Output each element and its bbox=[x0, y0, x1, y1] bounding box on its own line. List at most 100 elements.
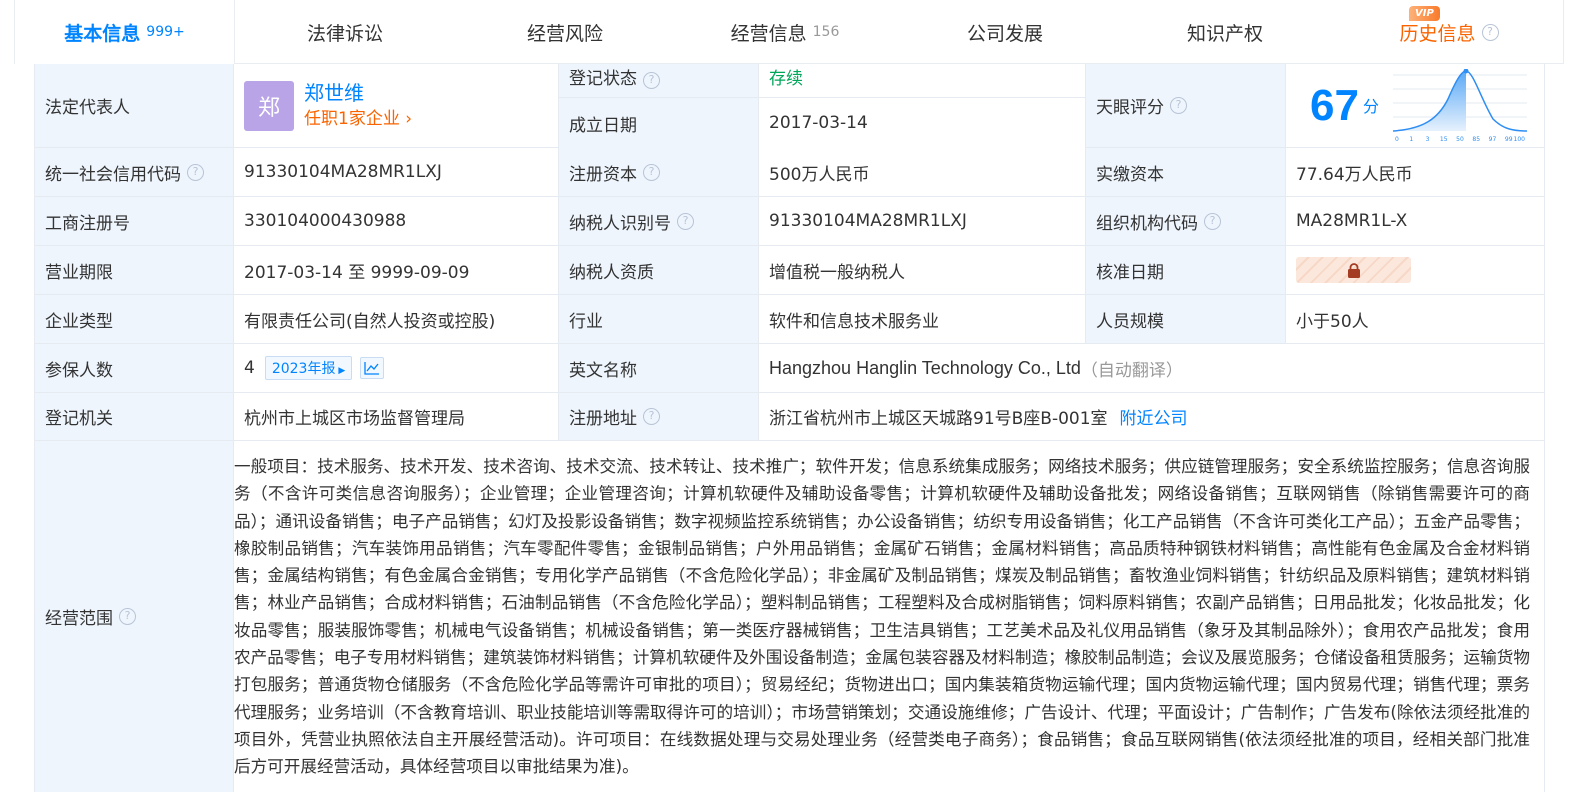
score-distribution-chart: 0 1 3 15 50 85 97 99 100 bbox=[1392, 68, 1527, 143]
tab-label: 法律诉讼 bbox=[306, 22, 383, 45]
tab-basic-info[interactable]: 基本信息 999+ bbox=[15, 0, 235, 64]
annual-report-button[interactable]: 2023年报 ▶ bbox=[264, 356, 353, 380]
score-unit: 分 bbox=[1362, 97, 1379, 116]
legal-rep-positions-link[interactable]: 任职1家企业 › bbox=[304, 106, 412, 132]
tab-label: 知识产权 bbox=[1186, 22, 1263, 45]
label-taxpayer-id: 纳税人识别号? bbox=[559, 197, 759, 245]
tab-label: 经营风险 bbox=[526, 22, 603, 45]
table-row: 工商注册号 330104000430988 纳税人识别号? 91330104MA… bbox=[34, 197, 1545, 246]
nearby-companies-link[interactable]: 附近公司 bbox=[1120, 404, 1188, 429]
staff-value: 小于50人 bbox=[1286, 295, 1545, 343]
tianyan-score-cell[interactable]: 67 分 0 1 3 15 50 85 97 99 100 bbox=[1286, 64, 1545, 147]
reg-status-value: 存续 bbox=[759, 64, 1086, 98]
table-row: 统一社会信用代码? 91330104MA28MR1LXJ 注册资本? 500万人… bbox=[34, 148, 1545, 197]
label-reg-authority: 登记机关 bbox=[34, 393, 234, 440]
biz-term-value: 2017-03-14 至 9999-09-09 bbox=[234, 246, 559, 294]
score-value: 67 bbox=[1310, 80, 1359, 130]
tick-label: 0 bbox=[1395, 136, 1399, 143]
label-paid-capital: 实缴资本 bbox=[1086, 148, 1286, 196]
help-icon[interactable]: ? bbox=[119, 608, 136, 625]
chevron-right-icon: › bbox=[399, 108, 413, 129]
tab-legal[interactable]: 法律诉讼 bbox=[235, 0, 455, 64]
tab-history[interactable]: VIP 历史信息? bbox=[1335, 0, 1563, 64]
tick-label: 3 bbox=[1426, 136, 1430, 143]
label-reg-address: 注册地址? bbox=[559, 393, 759, 440]
tick-label: 15 bbox=[1440, 136, 1448, 143]
label-staff: 人员规模 bbox=[1086, 295, 1286, 343]
insured-value: 4 2023年报 ▶ bbox=[234, 344, 559, 392]
table-row: 法定代表人 郑 郑世维 任职1家企业 › 登记状态? 存续 成立日期 2017-… bbox=[34, 64, 1545, 148]
vip-locked-field[interactable] bbox=[1296, 257, 1411, 283]
label-legal-rep: 法定代表人 bbox=[34, 64, 234, 147]
table-row: 经营范围? 一般项目：技术服务、技术开发、技术咨询、技术交流、技术转让、技术推广… bbox=[34, 441, 1545, 792]
tick-label: 100 bbox=[1514, 136, 1526, 143]
label-tianyan-score: 天眼评分? bbox=[1086, 64, 1286, 147]
tab-label: 公司发展 bbox=[966, 22, 1043, 45]
paid-capital-value: 77.64万人民币 bbox=[1286, 148, 1545, 196]
scope-value: 一般项目：技术服务、技术开发、技术咨询、技术交流、技术转让、技术推广；软件开发；… bbox=[234, 441, 1545, 792]
en-name-value: Hangzhou Hanglin Technology Co., Ltd （自动翻… bbox=[759, 344, 1545, 392]
table-row: 营业期限 2017-03-14 至 9999-09-09 纳税人资质 增值税一般… bbox=[34, 246, 1545, 295]
tab-operation[interactable]: 经营信息 156 bbox=[675, 0, 895, 64]
label-found-date: 成立日期 bbox=[559, 98, 759, 148]
table-row: 企业类型 有限责任公司(自然人投资或控股) 行业 软件和信息技术服务业 人员规模… bbox=[34, 295, 1545, 344]
label-industry: 行业 bbox=[559, 295, 759, 343]
label-en-name: 英文名称 bbox=[559, 344, 759, 392]
tab-count: 156 bbox=[812, 24, 840, 40]
help-icon[interactable]: ? bbox=[677, 212, 694, 230]
label-biz-reg-no: 工商注册号 bbox=[34, 197, 234, 245]
table-row: 登记机关 杭州市上城区市场监督管理局 注册地址? 浙江省杭州市上城区天城路91号… bbox=[34, 393, 1545, 441]
help-icon[interactable]: ? bbox=[643, 163, 660, 181]
reg-authority-value: 杭州市上城区市场监督管理局 bbox=[234, 393, 559, 440]
tick-label: 99 bbox=[1505, 136, 1513, 143]
help-icon[interactable]: ? bbox=[643, 408, 660, 425]
biz-reg-no-value: 330104000430988 bbox=[234, 197, 559, 245]
ent-type-value: 有限责任公司(自然人投资或控股) bbox=[234, 295, 559, 343]
label-org-code: 组织机构代码? bbox=[1086, 197, 1286, 245]
industry-value: 软件和信息技术服务业 bbox=[759, 295, 1086, 343]
reg-capital-value: 500万人民币 bbox=[759, 148, 1086, 196]
tab-label: 基本信息 bbox=[64, 22, 141, 45]
trend-chart-button[interactable] bbox=[360, 357, 385, 379]
status-badge: 存续 bbox=[769, 69, 803, 89]
tick-label: 97 bbox=[1489, 136, 1497, 143]
help-icon[interactable]: ? bbox=[1170, 97, 1187, 114]
taxpayer-id-value: 91330104MA28MR1LXJ bbox=[759, 197, 1086, 245]
auto-translate-note: （自动翻译） bbox=[1080, 360, 1183, 381]
avatar[interactable]: 郑 bbox=[244, 80, 294, 131]
org-code-value: MA28MR1L-X bbox=[1286, 197, 1545, 245]
label-reg-status: 登记状态? bbox=[559, 64, 759, 98]
label-credit-code: 统一社会信用代码? bbox=[34, 148, 234, 196]
tick-label: 50 bbox=[1456, 136, 1464, 143]
taxpayer-qual-value: 增值税一般纳税人 bbox=[759, 246, 1086, 294]
tab-risk[interactable]: 经营风险 bbox=[455, 0, 675, 64]
help-icon[interactable]: ? bbox=[1481, 23, 1499, 41]
approve-date-value bbox=[1286, 246, 1545, 294]
legal-rep-name[interactable]: 郑世维 bbox=[304, 80, 412, 106]
line-chart-icon bbox=[364, 362, 380, 375]
label-ent-type: 企业类型 bbox=[34, 295, 234, 343]
credit-code-value: 91330104MA28MR1LXJ bbox=[234, 148, 559, 196]
help-icon[interactable]: ? bbox=[643, 72, 660, 89]
tab-bar: 基本信息 999+ 法律诉讼 经营风险 经营信息 156 公司发展 知识产权 VIP… bbox=[14, 0, 1564, 64]
tick-label: 85 bbox=[1472, 136, 1480, 143]
reg-address-value: 浙江省杭州市上城区天城路91号B座B-001室 附近公司 bbox=[759, 393, 1545, 440]
label-scope: 经营范围? bbox=[34, 441, 234, 792]
table-row: 参保人数 4 2023年报 ▶ 英文名称 Hangzhou Hanglin Te… bbox=[34, 344, 1545, 393]
help-icon[interactable]: ? bbox=[187, 163, 204, 181]
lock-icon bbox=[1347, 262, 1360, 278]
tab-count: 999+ bbox=[146, 24, 185, 40]
label-reg-capital: 注册资本? bbox=[559, 148, 759, 196]
tab-label: 经营信息 bbox=[730, 22, 807, 45]
label-taxpayer-qual: 纳税人资质 bbox=[559, 246, 759, 294]
legal-rep-cell: 郑 郑世维 任职1家企业 › bbox=[234, 64, 559, 147]
label-approve-date: 核准日期 bbox=[1086, 246, 1286, 294]
tick-label: 1 bbox=[1409, 136, 1413, 143]
caret-right-icon: ▶ bbox=[335, 366, 346, 376]
label-biz-term: 营业期限 bbox=[34, 246, 234, 294]
help-icon[interactable]: ? bbox=[1204, 212, 1221, 230]
tab-ip[interactable]: 知识产权 bbox=[1115, 0, 1335, 64]
vip-badge: VIP bbox=[1409, 6, 1440, 21]
found-date-value: 2017-03-14 bbox=[759, 98, 1086, 148]
tab-development[interactable]: 公司发展 bbox=[895, 0, 1115, 64]
